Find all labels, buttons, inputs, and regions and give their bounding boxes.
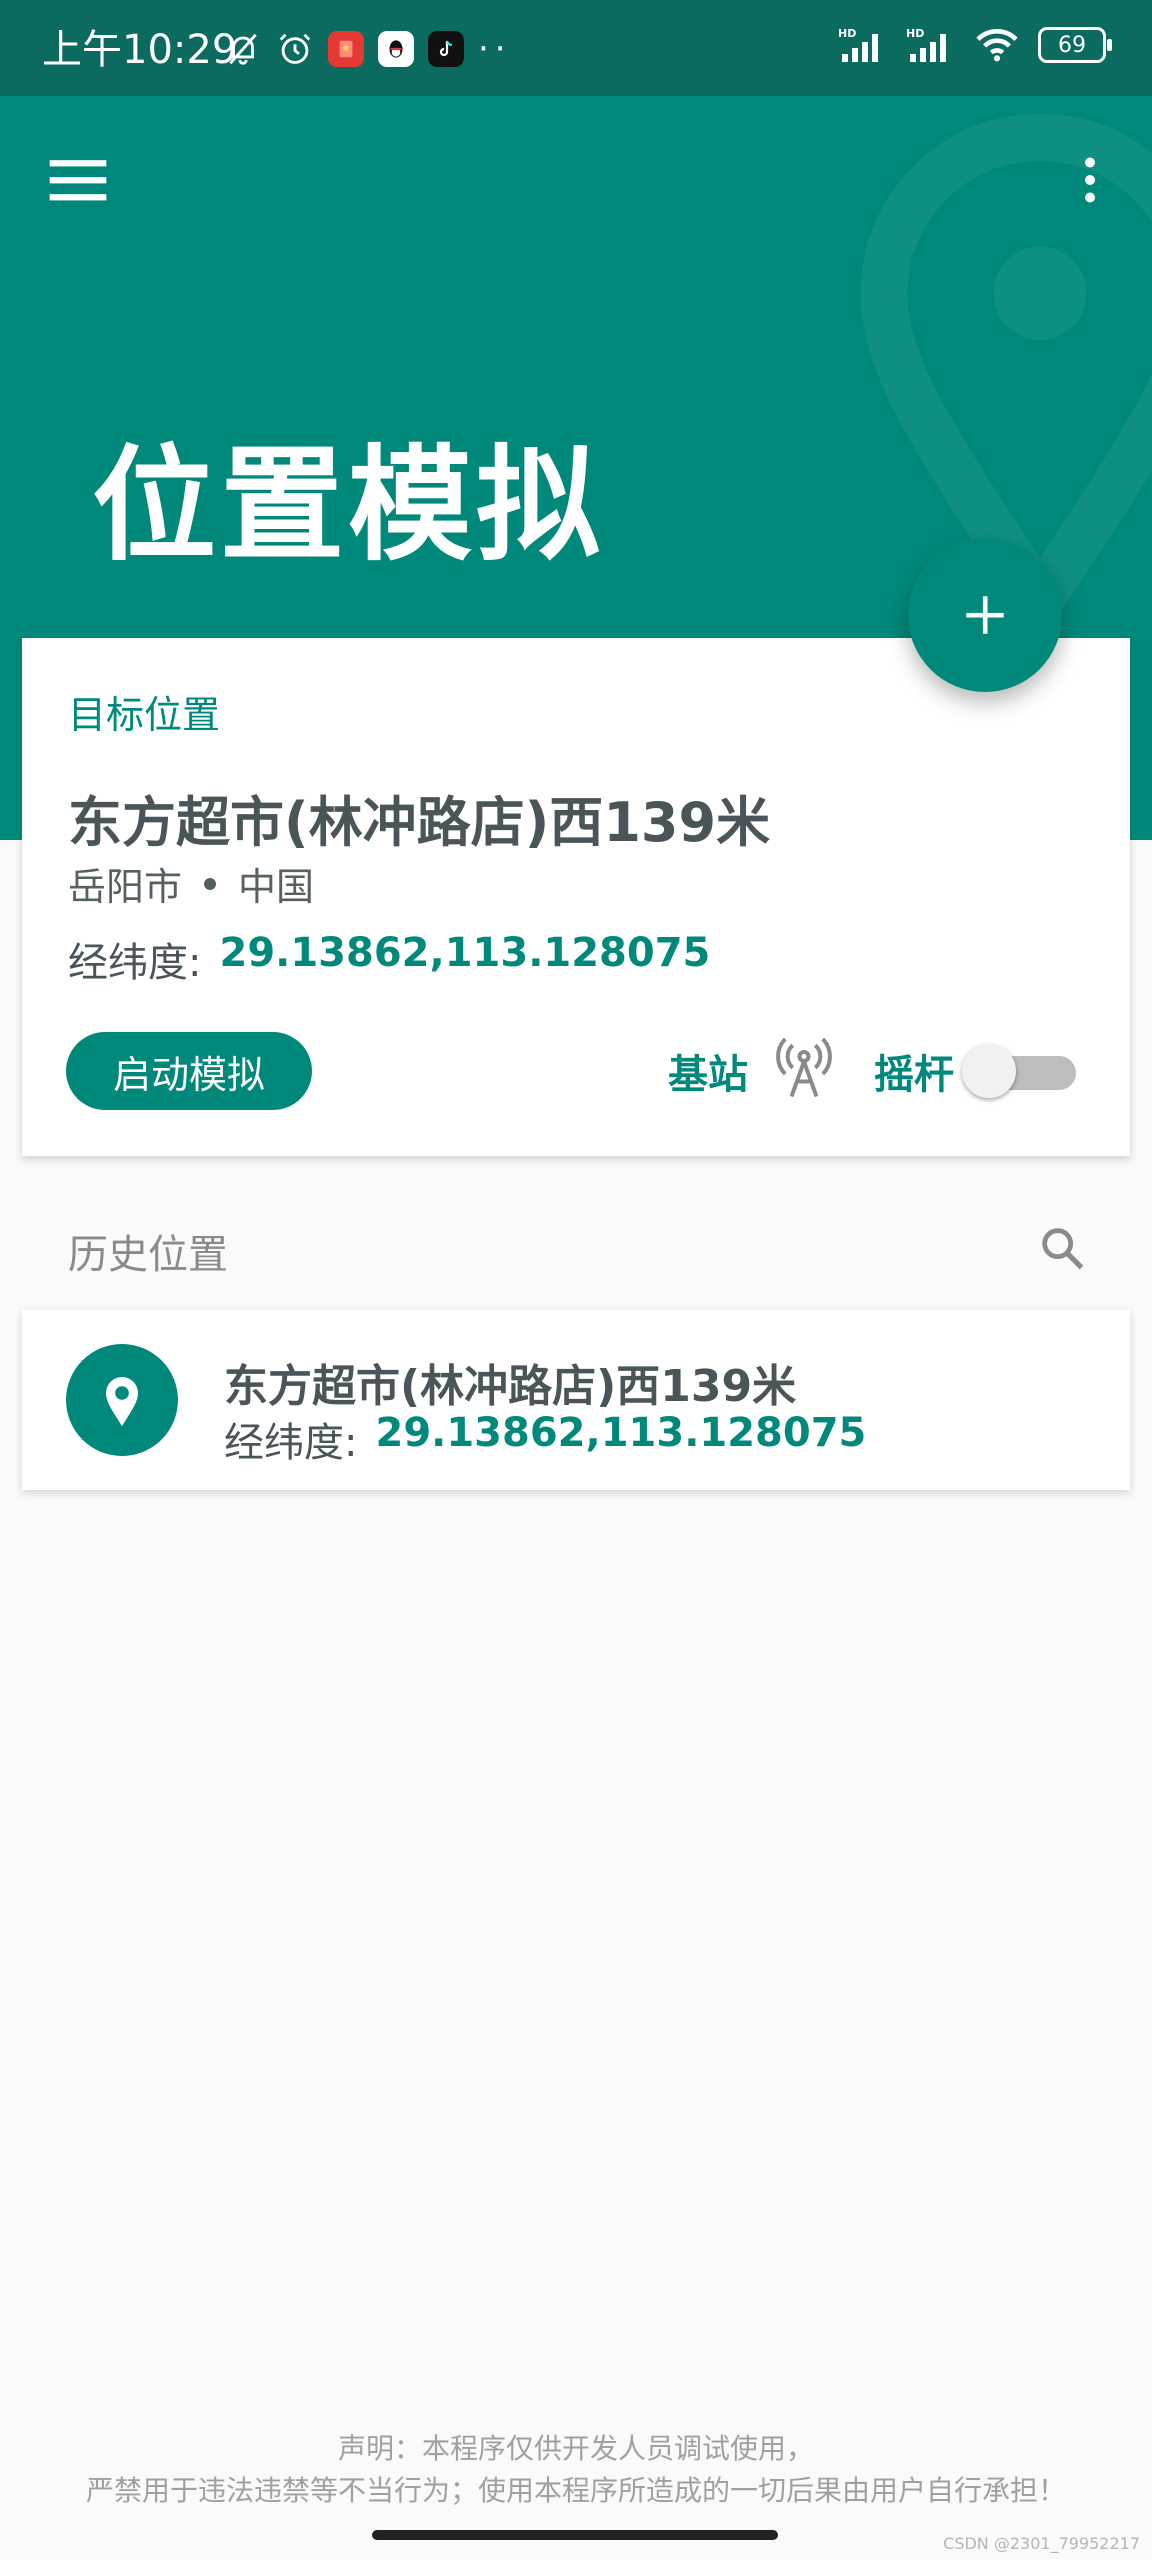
history-place-name: 东方超市(林冲路店)西139米 (224, 1361, 797, 1412)
svg-text:HD: HD (906, 27, 924, 40)
start-simulation-button[interactable]: 启动模拟 (66, 1032, 312, 1110)
add-location-button[interactable] (908, 538, 1062, 692)
history-header: 历史位置 (68, 1232, 228, 1278)
coord-label: 经纬度: (68, 940, 202, 986)
history-list-item[interactable]: 东方超市(林冲路店)西139米 经纬度: 29.13862,113.128075 (22, 1310, 1130, 1490)
status-time: 上午10:29 (42, 27, 238, 73)
target-location-label: 目标位置 (68, 693, 221, 737)
target-place-name: 东方超市(林冲路店)西139米 (68, 791, 771, 854)
target-location-card: 目标位置 东方超市(林冲路店)西139米 岳阳市 中国 经纬度: 29.1386… (22, 638, 1130, 1156)
search-icon[interactable] (1036, 1222, 1088, 1274)
disclaimer-line-1: 声明：本程序仅供开发人员调试使用， (337, 2432, 814, 2465)
hd-signal-icon: HD (838, 27, 878, 62)
base-station-label[interactable]: 基站 (668, 1042, 748, 1100)
bell-off-icon (229, 33, 257, 65)
antenna-icon[interactable] (774, 1036, 834, 1102)
joystick-label: 摇杆 (874, 1052, 954, 1098)
location-pin-icon (66, 1344, 178, 1456)
joystick-toggle[interactable] (962, 1042, 1080, 1098)
more-options-icon[interactable] (1060, 146, 1120, 214)
history-coordinates: 经纬度: 29.13862,113.128075 (224, 1410, 866, 1468)
coord-value: 29.13862,113.128075 (219, 930, 711, 976)
disclaimer-line-2: 严禁用于违法违禁等不当行为；使用本程序所造成的一切后果由用户自行承担！ (85, 2474, 1066, 2507)
status-bar: 上午10:29 ·· HD HD 69 (0, 0, 1152, 96)
status-dots: ·· (478, 29, 512, 69)
hd-signal-icon: HD (906, 27, 946, 62)
status-icons-left: ·· (224, 30, 512, 68)
target-city: 岳阳市 (68, 865, 183, 909)
toggle-thumb (962, 1044, 1016, 1098)
home-indicator[interactable] (372, 2530, 778, 2540)
battery-icon: 69 (1038, 27, 1112, 63)
red-packet-icon (328, 31, 364, 67)
svg-text:HD: HD (838, 27, 856, 40)
watermark: CSDN @2301_79952217 (943, 2534, 1140, 2553)
target-country: 中国 (238, 865, 315, 909)
disclaimer: 声明：本程序仅供开发人员调试使用， 严禁用于违法违禁等不当行为；使用本程序所造成… (0, 2428, 1152, 2512)
target-region: 岳阳市 中国 (68, 856, 314, 911)
target-coordinates: 经纬度: 29.13862,113.128075 (68, 930, 710, 988)
plus-icon (966, 596, 1004, 634)
separator-dot (204, 877, 217, 890)
tiktok-icon (428, 31, 464, 67)
history-coord-label: 经纬度: (224, 1420, 358, 1466)
qq-icon (378, 31, 414, 67)
alarm-icon (279, 33, 311, 64)
status-icons-right: HD HD 69 (838, 26, 1112, 64)
wifi-icon (976, 29, 1018, 62)
history-coord-value: 29.13862,113.128075 (375, 1410, 867, 1456)
page-title: 位置模拟 (92, 434, 605, 578)
menu-icon[interactable] (44, 146, 112, 214)
